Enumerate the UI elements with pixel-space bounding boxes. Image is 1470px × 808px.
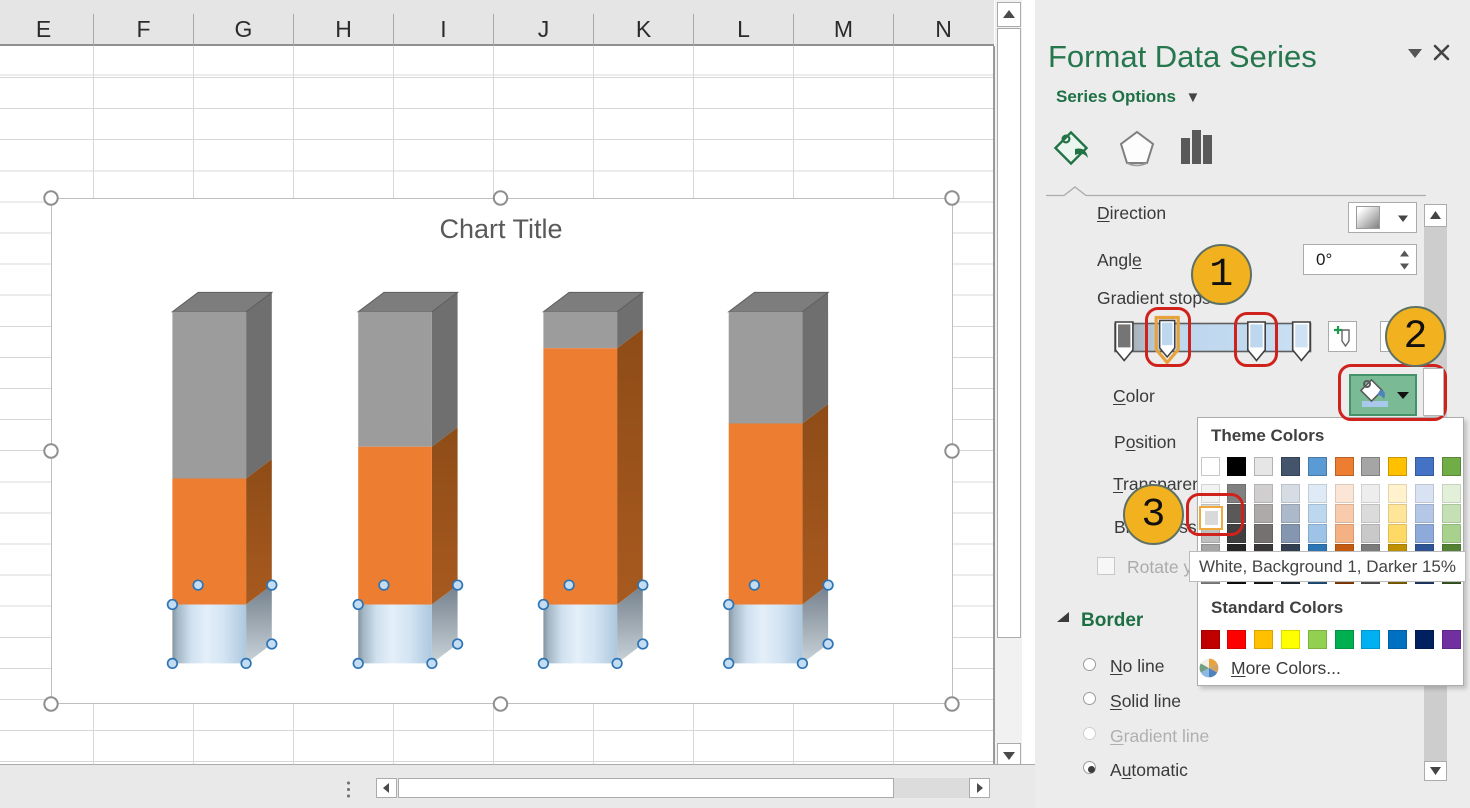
svg-text:Chart Title: Chart Title [439,214,562,244]
